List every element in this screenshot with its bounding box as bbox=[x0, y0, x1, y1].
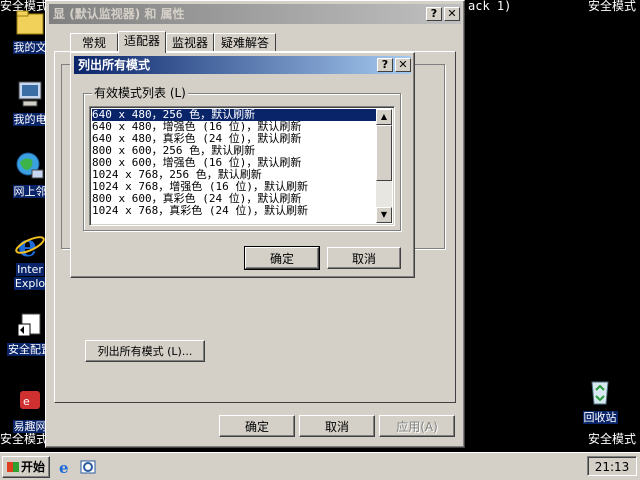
safe-mode-label-bottom-left: 安全模式 bbox=[0, 432, 49, 446]
globe-icon bbox=[14, 150, 46, 182]
props-apply-button[interactable]: 应用(A) bbox=[379, 415, 455, 437]
properties-title-text: (默认监视器) 和 属性 bbox=[69, 7, 185, 21]
mode-list-item[interactable]: 1024 x 768，真彩色 (24 位)，默认刷新 bbox=[92, 205, 376, 217]
eachnet-icon: e bbox=[14, 385, 46, 417]
properties-close-button[interactable]: ✕ bbox=[444, 7, 460, 21]
properties-title-bar[interactable]: 显 (默认监视器) 和 属性 bbox=[49, 4, 461, 24]
dialog-cancel-button[interactable]: 取消 bbox=[327, 247, 401, 269]
properties-help-button[interactable]: ? bbox=[426, 7, 442, 21]
desktop-icon-label: 易趣网 bbox=[12, 420, 48, 433]
safe-mode-label-bottom-right: 安全模式 bbox=[588, 432, 637, 446]
service-pack-text: ack 1) bbox=[468, 0, 512, 13]
scroll-up-button[interactable]: ▲ bbox=[376, 109, 392, 125]
desktop-icon-label-line2: Explo bbox=[13, 277, 47, 290]
modes-scrollbar[interactable]: ▲ ▼ bbox=[376, 109, 392, 223]
quicklaunch-outlook-icon[interactable] bbox=[80, 459, 96, 475]
internet-explorer-icon: e bbox=[14, 228, 46, 264]
dialog-ok-button[interactable]: 确定 bbox=[244, 246, 320, 270]
tab-general[interactable]: 常规 bbox=[70, 33, 118, 51]
valid-modes-group: 有效模式列表 (L) 640 x 480，256 色，默认刷新 640 x 48… bbox=[83, 86, 401, 231]
desktop-icon-label: 我的文 bbox=[12, 41, 48, 54]
list-all-modes-button[interactable]: 列出所有模式 (L)... bbox=[85, 340, 205, 362]
dialog-help-button[interactable]: ? bbox=[377, 58, 393, 72]
tab-troubleshoot[interactable]: 疑难解答 bbox=[214, 33, 276, 51]
tab-monitor[interactable]: 监视器 bbox=[166, 33, 214, 51]
system-clock: 21:13 bbox=[587, 456, 637, 476]
svg-text:e: e bbox=[23, 395, 30, 408]
desktop-icon-label: 网上邻 bbox=[12, 185, 48, 198]
scroll-thumb[interactable] bbox=[376, 125, 392, 181]
desktop-icon-label: 回收站 bbox=[582, 411, 618, 424]
computer-icon bbox=[14, 78, 46, 110]
desktop-icon-recycle-bin[interactable]: 回收站 bbox=[570, 376, 630, 424]
dialog-title-bar[interactable]: 列出所有模式 bbox=[74, 56, 411, 74]
svg-text:e: e bbox=[59, 459, 69, 475]
dialog-close-button[interactable]: ✕ bbox=[395, 58, 411, 72]
start-button[interactable]: 开始 bbox=[2, 456, 50, 478]
security-config-icon bbox=[14, 308, 46, 340]
recycle-bin-icon bbox=[584, 376, 616, 408]
props-ok-button[interactable]: 确定 bbox=[219, 415, 295, 437]
valid-modes-label: 有效模式列表 (L) bbox=[92, 86, 188, 100]
safe-mode-label-top-right: 安全模式 bbox=[588, 0, 637, 13]
folder-icon bbox=[14, 6, 46, 38]
windows-logo-icon bbox=[6, 462, 19, 472]
scroll-down-button[interactable]: ▼ bbox=[376, 207, 392, 223]
quicklaunch-ie-icon[interactable]: e bbox=[57, 459, 73, 477]
tab-adapter[interactable]: 适配器 bbox=[118, 31, 166, 53]
modes-listbox[interactable]: 640 x 480，256 色，默认刷新 640 x 480，增强色 (16 位… bbox=[89, 106, 395, 226]
start-label: 开始 bbox=[20, 460, 45, 474]
props-cancel-button[interactable]: 取消 bbox=[299, 415, 375, 437]
desktop-icon-label: Inter bbox=[16, 263, 44, 276]
taskbar: 开始 e 21:13 bbox=[0, 452, 640, 480]
list-all-modes-dialog: 列出所有模式 ? ✕ 有效模式列表 (L) 640 x 480，256 色，默认… bbox=[70, 52, 415, 278]
desktop-icon-label: 我的电 bbox=[12, 113, 48, 126]
properties-title-prefix: 显 bbox=[53, 7, 66, 21]
